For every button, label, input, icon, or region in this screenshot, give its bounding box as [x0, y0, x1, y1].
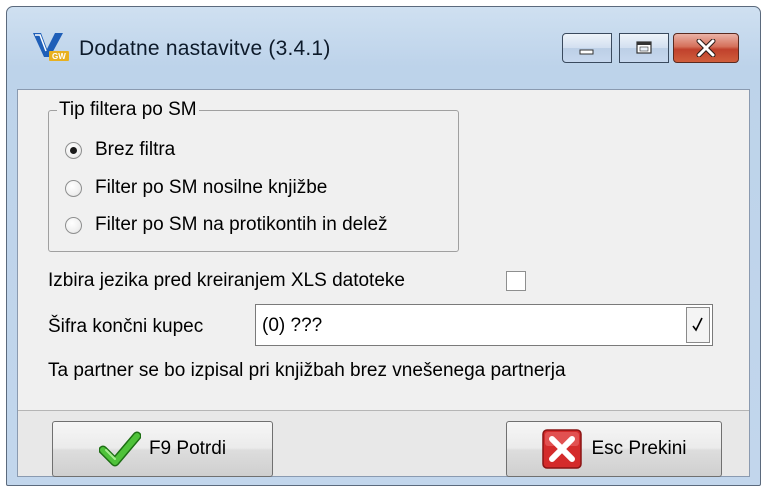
red-x-icon	[542, 429, 583, 469]
svg-text:GW: GW	[52, 52, 66, 61]
customer-dropdown-button[interactable]	[686, 307, 710, 343]
dialog-window: GW Dodatne nastavitve (3.4.1) Tip filter…	[6, 6, 761, 486]
checkmark-icon	[692, 317, 703, 332]
confirm-button[interactable]: F9 Potrdi	[52, 421, 273, 477]
radio-button[interactable]	[65, 141, 82, 159]
cancel-button-label: Esc Prekini	[591, 438, 687, 459]
title-bar[interactable]: GW Dodatne nastavitve (3.4.1)	[7, 7, 760, 89]
window-title: Dodatne nastavitve (3.4.1)	[79, 37, 331, 60]
language-option-label: Izbira jezika pred kreiranjem XLS datote…	[48, 270, 405, 291]
dialog-client-area: Tip filtera po SM Brez filtra Filter po …	[17, 89, 750, 477]
minimize-icon	[579, 49, 594, 55]
divider	[18, 410, 749, 411]
radio-option-carrier-booking[interactable]: Filter po SM nosilne knjižbe	[65, 175, 327, 201]
filter-group-legend: Tip filtera po SM	[57, 99, 199, 121]
filter-type-group: Tip filtera po SM Brez filtra Filter po …	[48, 99, 459, 252]
customer-code-label: Šifra končni kupec	[48, 316, 204, 337]
green-check-icon	[98, 431, 141, 467]
customer-code-combo[interactable]: (0) ???	[255, 304, 713, 346]
radio-label: Filter po SM na protikontih in delež	[95, 214, 388, 235]
close-button[interactable]	[673, 33, 739, 63]
radio-option-counter-accounts[interactable]: Filter po SM na protikontih in delež	[65, 212, 388, 238]
radio-label: Brez filtra	[95, 139, 176, 160]
radio-option-no-filter[interactable]: Brez filtra	[65, 137, 175, 163]
cancel-button[interactable]: Esc Prekini	[506, 421, 722, 477]
maximize-button[interactable]	[619, 33, 669, 63]
radio-button[interactable]	[65, 216, 82, 234]
radio-label: Filter po SM nosilne knjižbe	[95, 177, 328, 198]
maximize-icon	[636, 41, 652, 54]
confirm-button-label: F9 Potrdi	[148, 438, 227, 459]
minimize-button[interactable]	[562, 33, 612, 63]
close-icon	[696, 39, 716, 57]
language-option-checkbox[interactable]	[506, 271, 526, 291]
customer-code-value: (0) ???	[262, 315, 323, 336]
app-logo-icon: GW	[33, 33, 69, 61]
customer-hint-text: Ta partner se bo izpisal pri knjižbah br…	[48, 360, 566, 381]
radio-button[interactable]	[65, 179, 82, 197]
